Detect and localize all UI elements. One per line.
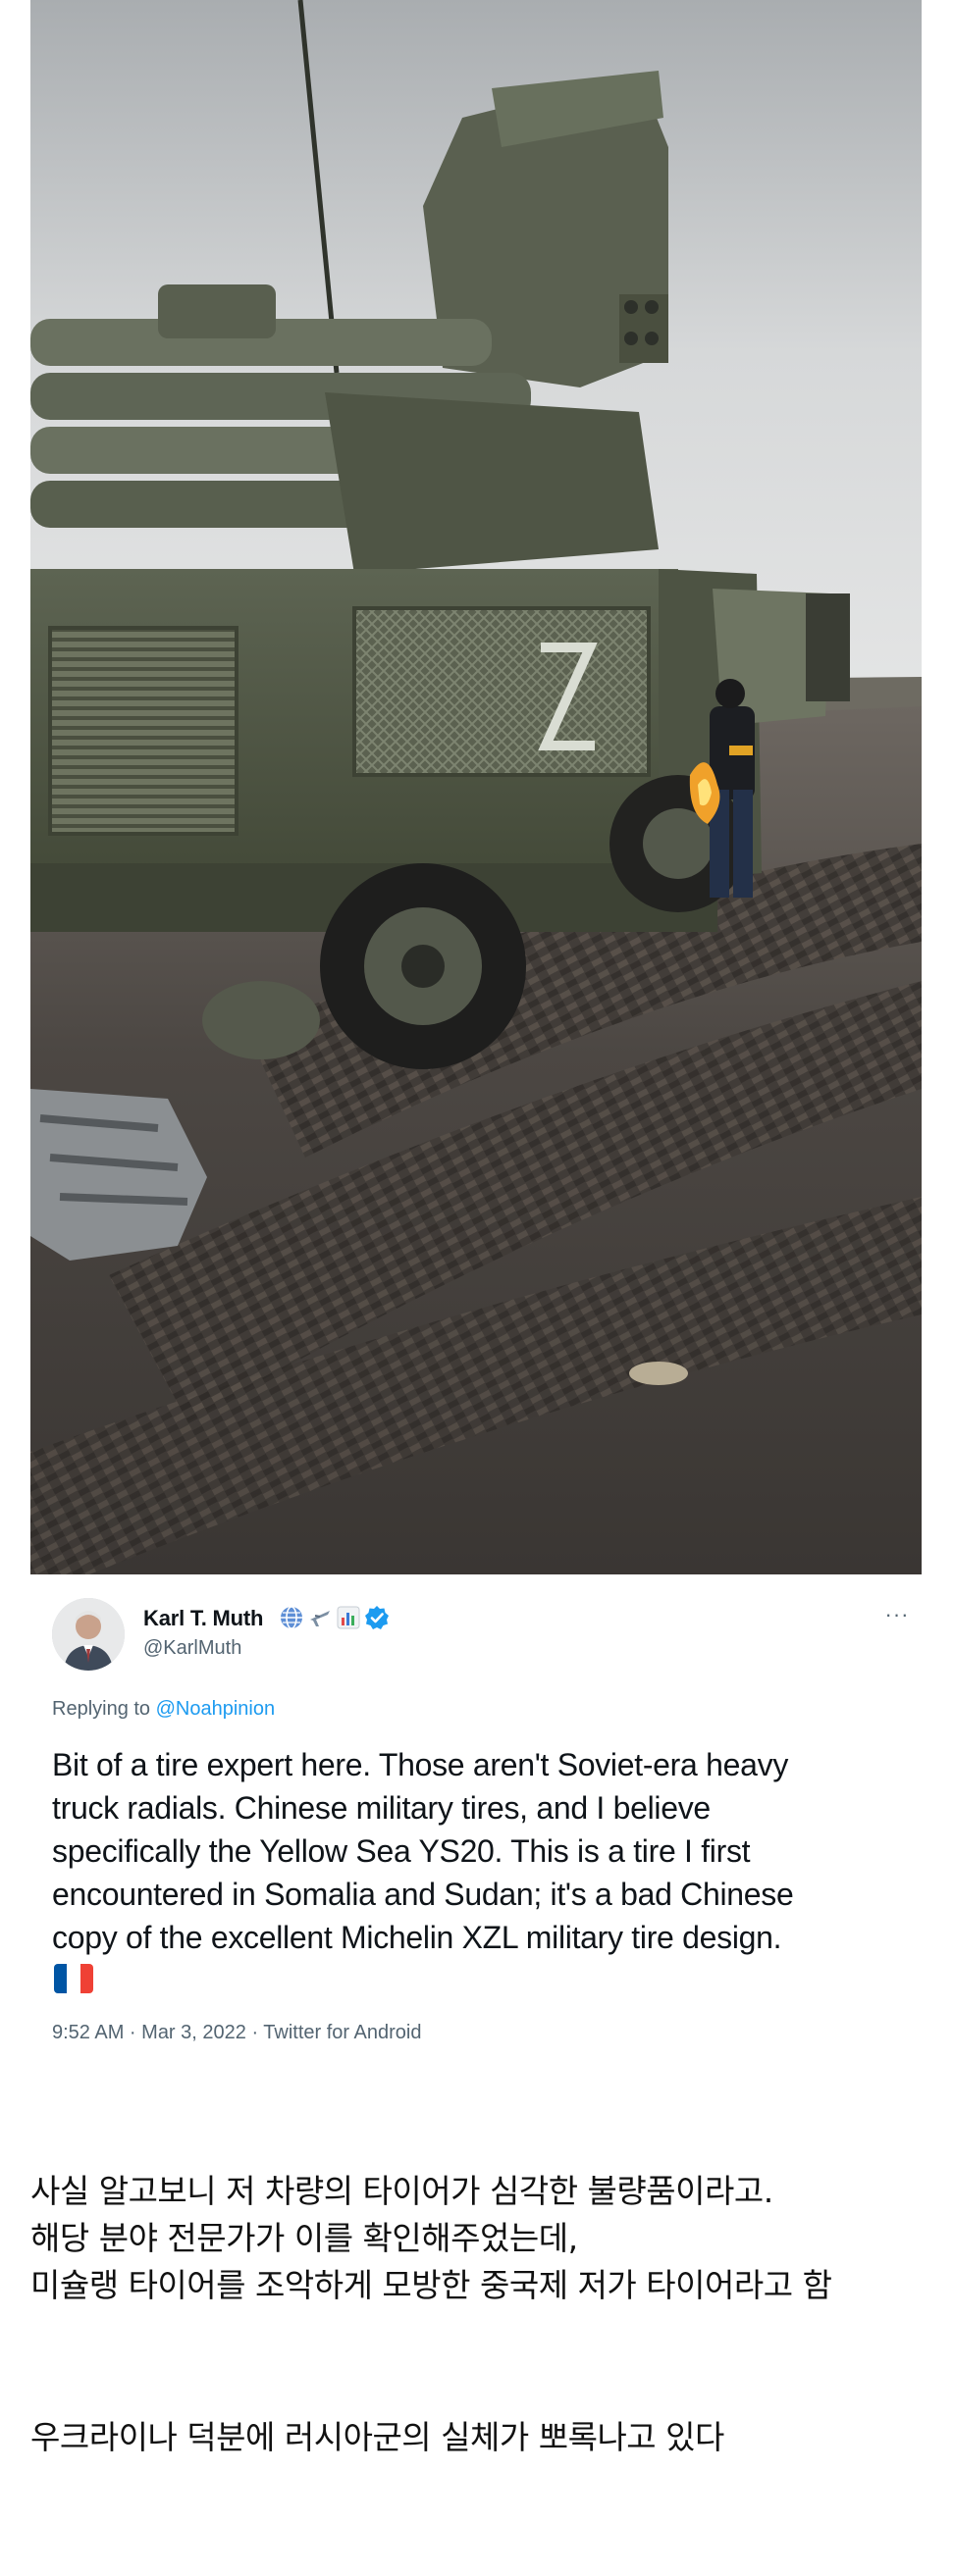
tweet-body-line: specifically the Yellow Sea YS20. This i… [52, 1833, 751, 1869]
profile-emoji-row [279, 1605, 390, 1630]
bar-chart-icon [336, 1605, 361, 1630]
tweet-card: Karl T. Muth @KarlMuth ··· Replying to @… [30, 1574, 922, 2050]
replying-to-link[interactable]: @Noahpinion [156, 1698, 276, 1720]
caption-line: 사실 알고보니 저 차량의 타이어가 심각한 불량품이라고. [30, 2172, 773, 2210]
caption-line: 미슐랭 타이어를 조악하게 모방한 중국제 저가 타이어라고 함 [30, 2266, 832, 2304]
vehicle-photo [30, 0, 922, 1574]
user-handle[interactable]: @KarlMuth [143, 1637, 241, 1660]
airplane-icon [307, 1605, 333, 1630]
verified-badge-icon [364, 1605, 390, 1630]
caption-text: 사실 알고보니 저 차량의 타이어가 심각한 불량품이라고. 해당 분야 전문가… [30, 2168, 933, 2309]
more-options-icon[interactable]: ··· [880, 1604, 914, 1633]
tweet-timestamp[interactable]: 9:52 AM · Mar 3, 2022 · Twitter for Andr… [52, 2022, 421, 2043]
closing-text: 우크라이나 덕분에 러시아군의 실체가 뽀록나고 있다 [30, 2418, 724, 2456]
replying-prefix: Replying to [52, 1698, 151, 1720]
tweet-body: Bit of a tire expert here. Those aren't … [52, 1743, 916, 1959]
display-name[interactable]: Karl T. Muth [143, 1606, 263, 1631]
vehicle-photo-illustration [30, 0, 922, 1574]
replying-to: Replying to @Noahpinion [52, 1698, 275, 1721]
avatar[interactable] [52, 1598, 125, 1671]
tweet-body-line: encountered in Somalia and Sudan; it's a… [52, 1877, 794, 1912]
tweet-body-line: Bit of a tire expert here. Those aren't … [52, 1747, 789, 1782]
tweet-body-line: truck radials. Chinese military tires, a… [52, 1790, 711, 1826]
caption-line: 해당 분야 전문가가 이를 확인해주었는데, [30, 2219, 578, 2257]
avatar-portrait [52, 1598, 125, 1671]
tweet-body-line: copy of the excellent Michelin XZL milit… [52, 1920, 782, 1955]
globe-icon [279, 1605, 304, 1630]
france-flag-icon [54, 1964, 93, 1993]
